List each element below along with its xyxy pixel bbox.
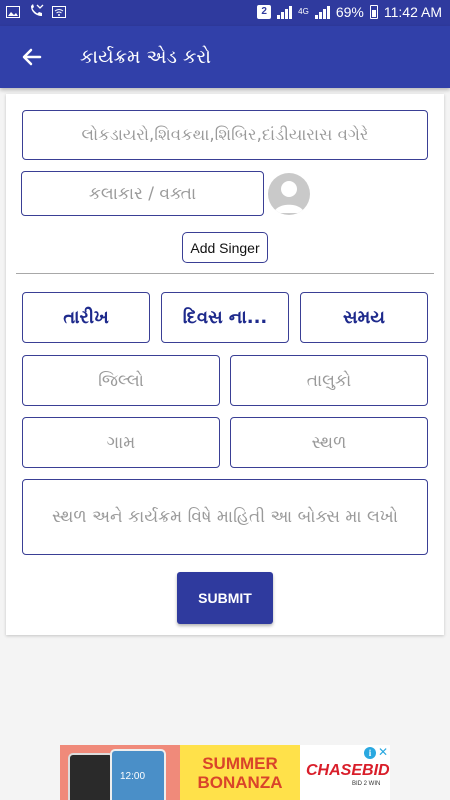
- network-type: 4G: [298, 7, 309, 16]
- ad-headline: SUMMER BONANZA: [180, 745, 300, 800]
- battery-percent: 69%: [335, 4, 364, 20]
- day-button[interactable]: દિવસ ના...: [161, 292, 289, 343]
- sim-badge: 2: [257, 5, 272, 19]
- ad-tagline: BID 2 WIN: [352, 781, 381, 787]
- district-input[interactable]: જિલ્લો: [22, 355, 220, 406]
- ad-phones-image: 12:00: [60, 745, 180, 800]
- taluka-input[interactable]: તાલુકો: [230, 355, 428, 406]
- ad-brand: CHASEBID: [306, 762, 390, 779]
- missed-call-icon: [28, 4, 44, 21]
- page-title: કાર્યક્રમ એડ કરો: [80, 46, 212, 68]
- back-arrow-icon[interactable]: [18, 43, 46, 71]
- gallery-notification-icon: [6, 5, 20, 21]
- wifi-icon: [52, 5, 66, 21]
- place-input[interactable]: સ્થળ: [230, 417, 428, 468]
- divider: [16, 273, 434, 274]
- ad-brand-panel: CHASEBID BID 2 WIN i ✕: [300, 745, 390, 800]
- ad-info-icon[interactable]: i: [364, 747, 376, 759]
- date-button[interactable]: તારીખ: [22, 292, 150, 343]
- status-left: [6, 4, 66, 21]
- clock: 11:42 AM: [383, 4, 442, 20]
- submit-button[interactable]: SUBMIT: [177, 572, 273, 624]
- ad-headline-line2: BONANZA: [197, 773, 283, 792]
- signal-strength-icon: [314, 5, 330, 19]
- village-input[interactable]: ગામ: [22, 417, 220, 468]
- ad-phone-image: 12:00: [110, 749, 166, 800]
- add-singer-button[interactable]: Add Singer: [182, 232, 268, 263]
- status-right: 2 4G 69% 11:42 AM: [257, 4, 442, 20]
- avatar[interactable]: [268, 173, 310, 215]
- ad-phone-clock: 12:00: [120, 771, 146, 782]
- ad-headline-line1: SUMMER: [202, 754, 278, 773]
- app-toolbar: કાર્યક્રમ એડ કરો: [0, 26, 450, 88]
- ad-close-icon[interactable]: ✕: [378, 745, 388, 759]
- ad-banner[interactable]: 12:00 SUMMER BONANZA CHASEBID BID 2 WIN …: [60, 745, 390, 800]
- artist-input[interactable]: કલાકાર / વક્તા: [21, 171, 264, 216]
- status-bar: 2 4G 69% 11:42 AM: [0, 0, 450, 26]
- time-button[interactable]: સમય: [300, 292, 428, 343]
- signal-bars-icon: [277, 5, 293, 19]
- program-type-input[interactable]: લોકડાયરો,શિવકથા,શિબિર,દાંડીયારાસ વગેરે: [22, 110, 428, 160]
- details-textarea[interactable]: સ્થળ અને કાર્યક્રમ વિષે માહિતી આ બોક્સ મ…: [22, 479, 428, 555]
- person-icon: [274, 181, 304, 213]
- battery-icon: [369, 5, 378, 19]
- ad-phone-image: [68, 753, 114, 800]
